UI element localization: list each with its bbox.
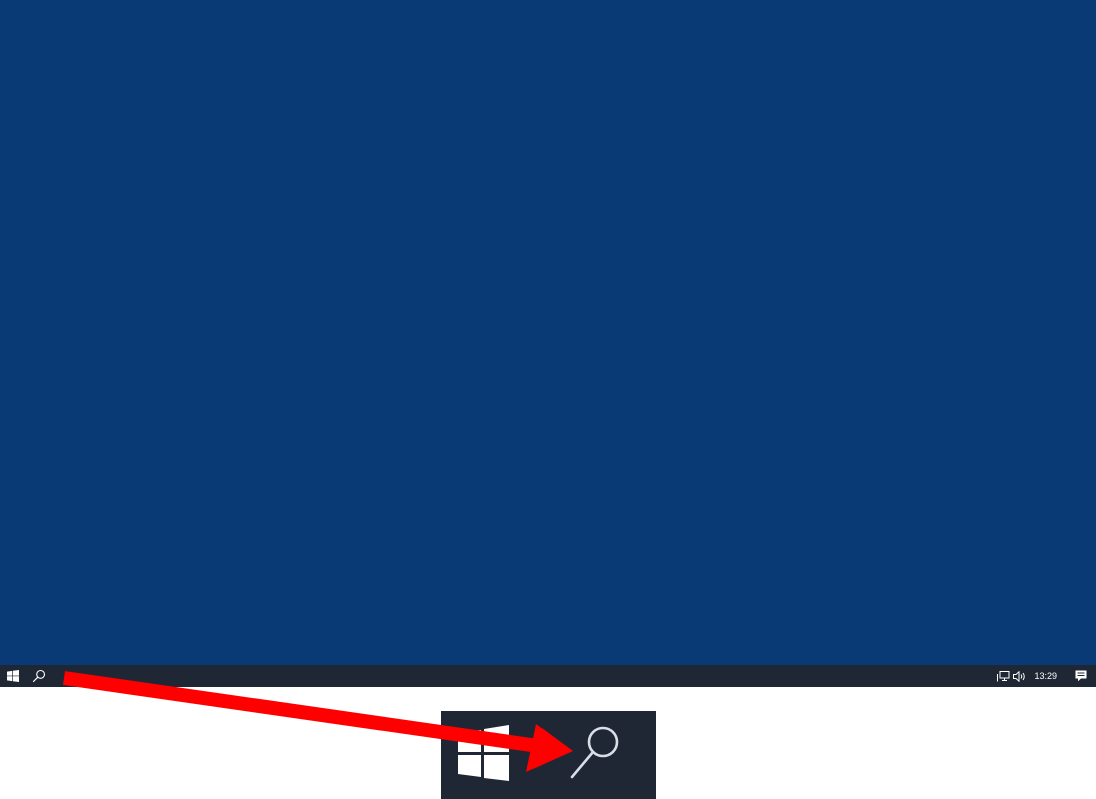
volume-tray-button[interactable] xyxy=(1011,665,1028,687)
taskbar: 13:29 xyxy=(0,665,1096,687)
search-icon xyxy=(570,726,619,779)
clock-time[interactable]: 13:29 xyxy=(1028,665,1065,687)
action-center-button[interactable] xyxy=(1065,665,1096,687)
search-button[interactable] xyxy=(26,665,51,687)
network-icon xyxy=(996,670,1010,681)
volume-icon xyxy=(1012,670,1025,682)
action-center-icon xyxy=(1075,670,1086,682)
windows-logo-icon xyxy=(6,670,19,682)
search-icon xyxy=(32,669,45,683)
start-button[interactable] xyxy=(0,665,25,687)
windows-logo-icon xyxy=(458,725,509,781)
system-tray: 13:29 xyxy=(995,665,1096,687)
zoomed-taskbar-callout xyxy=(441,711,656,799)
desktop-background xyxy=(0,0,1096,665)
network-tray-button[interactable] xyxy=(995,665,1011,687)
